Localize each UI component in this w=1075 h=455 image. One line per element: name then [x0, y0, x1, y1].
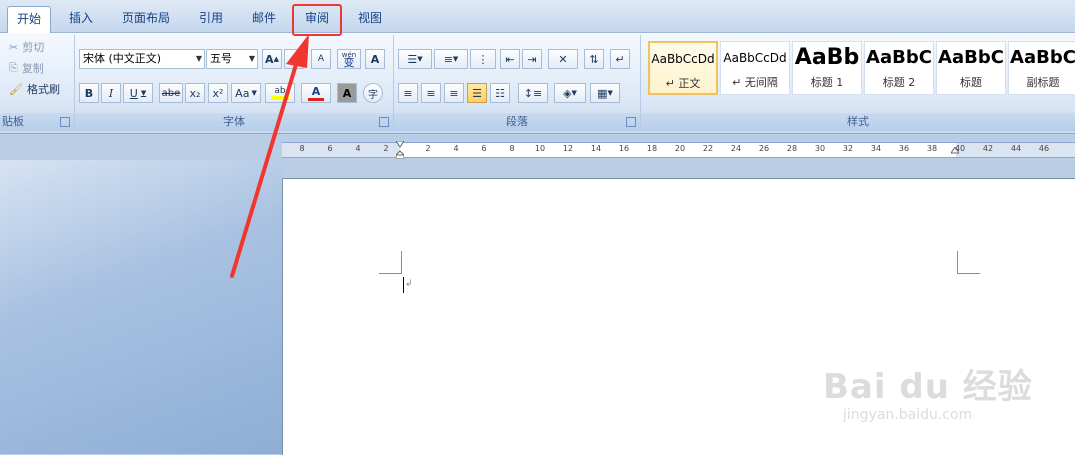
annotation-arrow [230, 34, 309, 278]
